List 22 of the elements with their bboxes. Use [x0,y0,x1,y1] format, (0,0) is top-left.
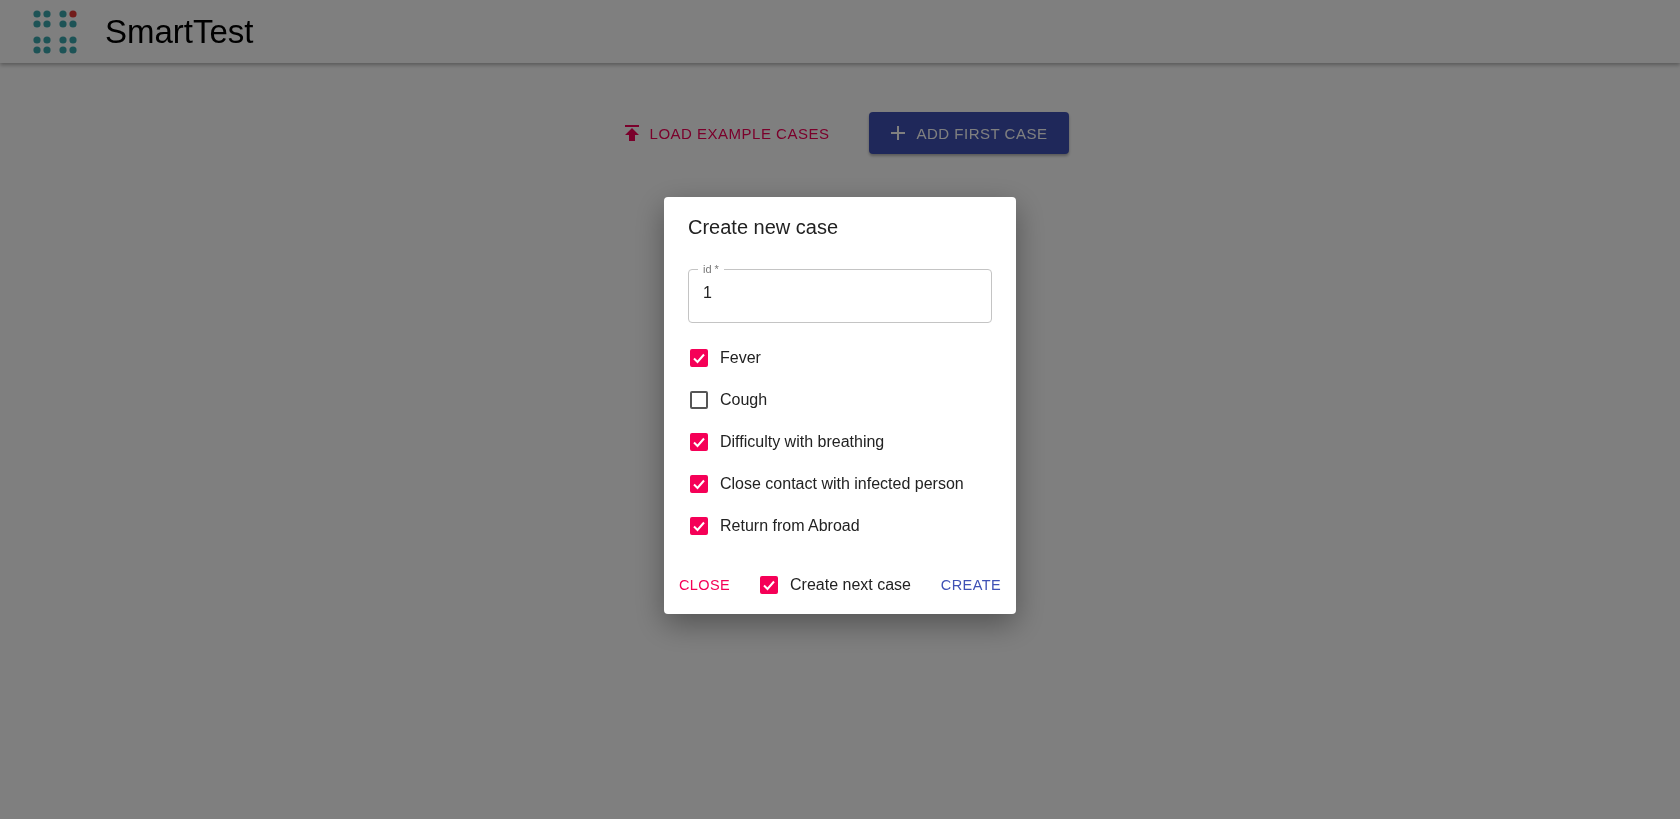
upload-icon [624,125,639,141]
field-label: id * [702,263,720,275]
symptom-checkbox[interactable]: Cough [690,388,992,412]
symptom-checkbox[interactable]: Close contact with infected person [690,472,992,496]
create-button[interactable]: CREATE [933,571,1008,599]
checkbox[interactable] [690,391,708,409]
id-input-field[interactable]: id * 1 [688,263,992,323]
symptom-checkbox[interactable]: Difficulty with breathing [690,430,992,454]
checkbox[interactable] [690,475,708,493]
checkbox[interactable] [690,517,708,535]
checkbox[interactable] [690,433,708,451]
close-button[interactable]: CLOSE [672,571,738,599]
dots-logo-icon [33,9,79,54]
symptom-checkbox[interactable]: Fever [690,346,992,370]
plus-icon [891,126,906,140]
create-next-case-checkbox[interactable]: Create next case [760,573,911,597]
id-value-input[interactable]: 1 [703,284,977,302]
symptom-checkbox[interactable]: Return from Abroad [690,514,992,538]
dialog-title: Create new case [687,215,840,240]
checkbox[interactable] [760,576,779,594]
app-title: SmartTest [105,12,254,51]
checkbox[interactable] [690,349,708,367]
